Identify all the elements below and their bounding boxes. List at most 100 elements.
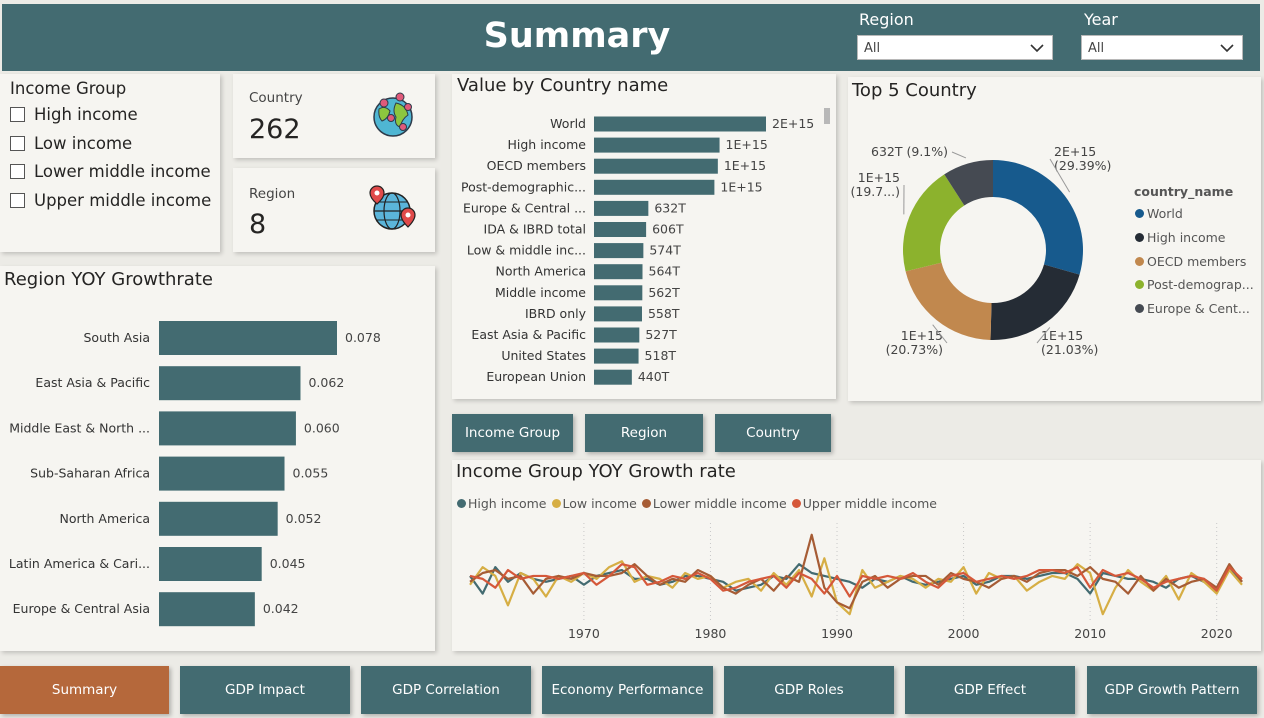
- region-yoy-visual: Region YOY Growthrate South Asia 0.078 Eas…: [0, 266, 435, 651]
- category-label: South Asia: [84, 330, 151, 345]
- bar[interactable]: [594, 285, 643, 301]
- nav-gdp-growth-pattern[interactable]: GDP Growth Pattern: [1087, 666, 1257, 714]
- toggle-button-country[interactable]: Country: [715, 414, 831, 452]
- toggle-button-region[interactable]: Region: [585, 414, 703, 452]
- category-label: Middle income: [495, 285, 586, 300]
- bar[interactable]: [594, 158, 718, 174]
- region-slicer-label: Region: [859, 10, 914, 29]
- legend-item[interactable]: Low income: [551, 496, 637, 511]
- income-group-option[interactable]: High income: [10, 105, 138, 124]
- donut-data-label: 1E+15: [858, 170, 900, 185]
- income-yoy-legend: High income Low income Lower middle income…: [457, 493, 942, 512]
- category-label: East Asia & Pacific: [471, 327, 586, 342]
- legend-item[interactable]: World: [1135, 202, 1254, 226]
- legend-item[interactable]: High income: [457, 496, 547, 511]
- data-label: 527T: [645, 327, 677, 342]
- legend-dot: [1135, 256, 1144, 266]
- globe-pins-icon: [373, 92, 413, 137]
- bar[interactable]: [594, 116, 766, 132]
- legend-dot: [791, 499, 801, 508]
- bar[interactable]: [594, 327, 640, 343]
- bar[interactable]: [594, 222, 647, 237]
- nav-summary[interactable]: Summary: [0, 666, 169, 714]
- income-group-option[interactable]: Upper middle income: [10, 191, 211, 210]
- income-group-option-label: Upper middle income: [34, 190, 212, 210]
- checkbox[interactable]: [10, 164, 25, 179]
- bar[interactable]: [594, 179, 715, 195]
- top5-legend-title: country_name: [1134, 184, 1234, 199]
- legend-label: Europe & Cent...: [1147, 301, 1250, 317]
- nav-economy-performance[interactable]: Economy Performance: [542, 666, 713, 714]
- income-group-option-label: Low income: [34, 133, 133, 153]
- income-yoy-visual: Income Group YOY Growth rate High income…: [452, 460, 1261, 651]
- nav-gdp-effect[interactable]: GDP Effect: [905, 666, 1075, 714]
- bar[interactable]: [159, 366, 301, 401]
- legend-item[interactable]: Upper middle income: [791, 496, 937, 511]
- bar[interactable]: [594, 348, 639, 364]
- income-group-option[interactable]: Lower middle income: [10, 162, 211, 181]
- category-label: IBRD only: [525, 306, 587, 321]
- bar[interactable]: [159, 501, 278, 536]
- legend-item[interactable]: High income: [1135, 226, 1254, 250]
- bar[interactable]: [594, 200, 649, 216]
- bar[interactable]: [594, 243, 644, 259]
- donut-slice[interactable]: [993, 160, 1083, 275]
- legend-label: Lower middle income: [652, 496, 787, 511]
- donut-data-label: (29.39%): [1054, 158, 1111, 173]
- bar[interactable]: [594, 264, 643, 280]
- data-label: 2E+15: [772, 116, 814, 131]
- data-label: 1E+15: [726, 137, 768, 152]
- bar[interactable]: [159, 411, 296, 446]
- income-yoy-chart: 1970 1980 1990 2000 2010 2020: [469, 523, 1243, 641]
- category-label: Europe & Central ...: [463, 200, 586, 215]
- legend-item[interactable]: Post-demograp...: [1135, 273, 1254, 297]
- legend-item[interactable]: Europe & Cent...: [1135, 297, 1254, 321]
- nav-gdp-correlation[interactable]: GDP Correlation: [361, 666, 531, 714]
- x-tick-label: 2010: [1074, 626, 1106, 641]
- legend-item[interactable]: Lower middle income: [641, 496, 787, 511]
- checkbox[interactable]: [10, 107, 25, 122]
- bar[interactable]: [594, 369, 632, 385]
- data-label: 562T: [648, 285, 680, 300]
- data-label: 558T: [648, 306, 680, 321]
- value-by-country-visual: Value by Country name World 2E+15 High inc…: [452, 74, 836, 399]
- toggle-button-income-group[interactable]: Income Group: [452, 414, 573, 452]
- legend-label: High income: [1147, 230, 1226, 246]
- category-label: Latin America & Cari...: [9, 556, 150, 571]
- income-group-title: Income Group: [10, 79, 127, 98]
- legend-label: Upper middle income: [802, 496, 937, 511]
- category-label: Low & middle inc...: [467, 243, 586, 258]
- category-label: European Union: [486, 369, 586, 384]
- legend-label: High income: [468, 496, 547, 511]
- bar[interactable]: [159, 456, 285, 491]
- nav-gdp-roles[interactable]: GDP Roles: [724, 666, 894, 714]
- category-label: Post-demographic...: [461, 179, 586, 194]
- data-label: 0.042: [263, 601, 299, 616]
- category-label: United States: [501, 348, 586, 363]
- region-dropdown[interactable]: All: [857, 35, 1053, 60]
- scrollbar-thumb[interactable]: [824, 108, 830, 124]
- region-kpi-card: Region 8: [233, 168, 435, 252]
- bar[interactable]: [159, 547, 262, 581]
- bar[interactable]: [594, 137, 720, 153]
- nav-gdp-impact[interactable]: GDP Impact: [180, 666, 350, 714]
- bar[interactable]: [159, 592, 255, 627]
- legend-item[interactable]: OECD members: [1135, 249, 1254, 273]
- bar[interactable]: [159, 321, 337, 355]
- income-group-option-label: High income: [34, 105, 138, 124]
- income-group-option[interactable]: Low income: [10, 134, 132, 153]
- country-kpi-value: 262: [249, 114, 301, 145]
- year-slicer-label: Year: [1084, 10, 1118, 29]
- data-label: 0.060: [304, 420, 340, 435]
- data-label: 564T: [649, 264, 681, 279]
- checkbox[interactable]: [10, 135, 25, 151]
- year-dropdown[interactable]: All: [1081, 35, 1243, 60]
- category-label: High income: [508, 137, 587, 152]
- legend-label: Low income: [562, 496, 637, 511]
- data-label: 0.055: [293, 466, 329, 481]
- checkbox[interactable]: [10, 192, 25, 208]
- bar[interactable]: [594, 306, 642, 322]
- country-kpi-label: Country: [249, 90, 303, 106]
- legend-dot: [1135, 280, 1144, 290]
- region-yoy-title: Region YOY Growthrate: [4, 269, 213, 290]
